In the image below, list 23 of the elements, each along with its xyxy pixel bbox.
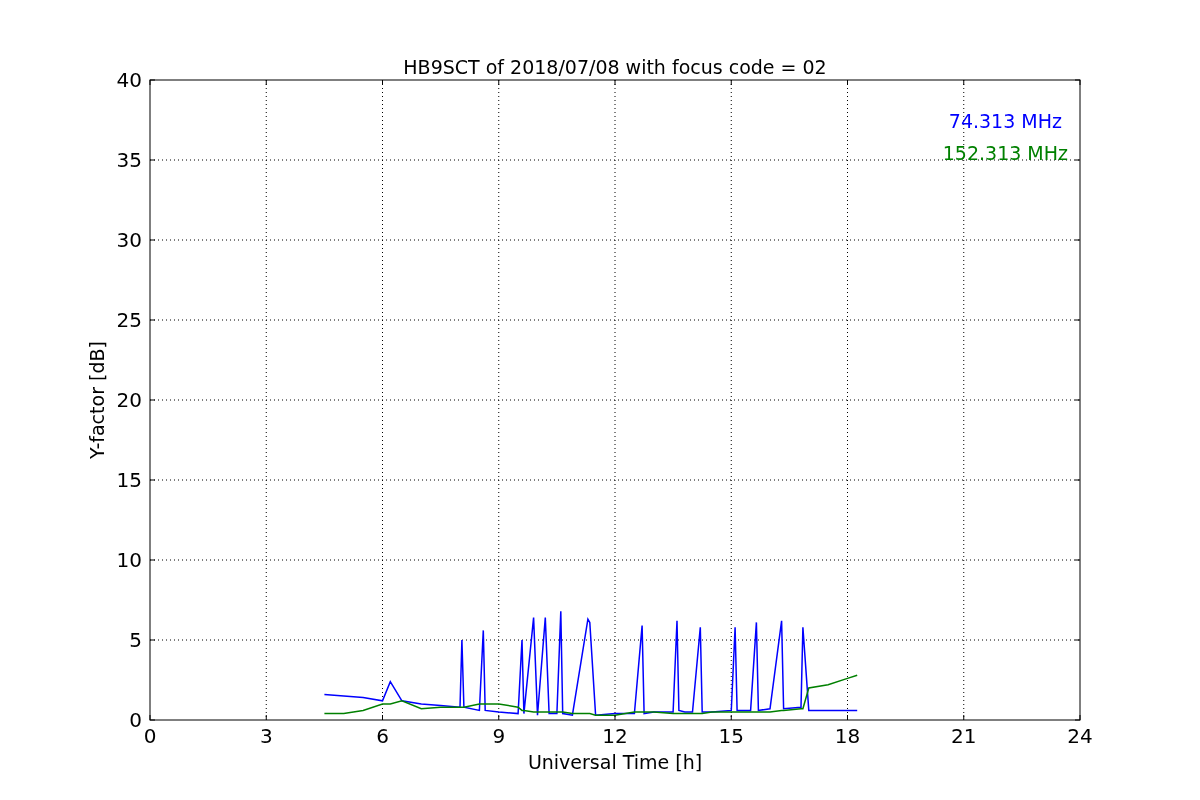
tick-label: 15 xyxy=(116,468,142,492)
tick-label: 9 xyxy=(492,724,506,748)
tick-label: 6 xyxy=(376,724,389,748)
tick-label: 35 xyxy=(116,148,142,172)
tick-label: 12 xyxy=(602,724,628,748)
tick-label: 15 xyxy=(718,724,744,748)
tick-label: 10 xyxy=(116,548,142,572)
tick-label: 20 xyxy=(116,388,142,412)
axis-label: Universal Time [h] xyxy=(527,751,703,773)
axis-label: Y-factor [dB] xyxy=(86,341,108,459)
tick-label: 21 xyxy=(951,724,977,748)
legend-label: 74.313 MHz xyxy=(948,110,1062,132)
tick-label: 40 xyxy=(116,68,142,92)
tick-label: 25 xyxy=(116,308,142,332)
tick-label: 3 xyxy=(259,724,273,748)
tick-label: 0 xyxy=(129,708,142,732)
tick-label: 0 xyxy=(143,724,157,748)
legend-label: 152.313 MHz xyxy=(942,142,1068,164)
chart-title: HB9SCT of 2018/07/08 with focus code = 02 xyxy=(403,56,827,78)
tick-label: 5 xyxy=(129,628,142,652)
tick-label: 18 xyxy=(834,724,861,748)
tick-label: 30 xyxy=(116,228,142,252)
tick-label: 24 xyxy=(1067,724,1093,748)
